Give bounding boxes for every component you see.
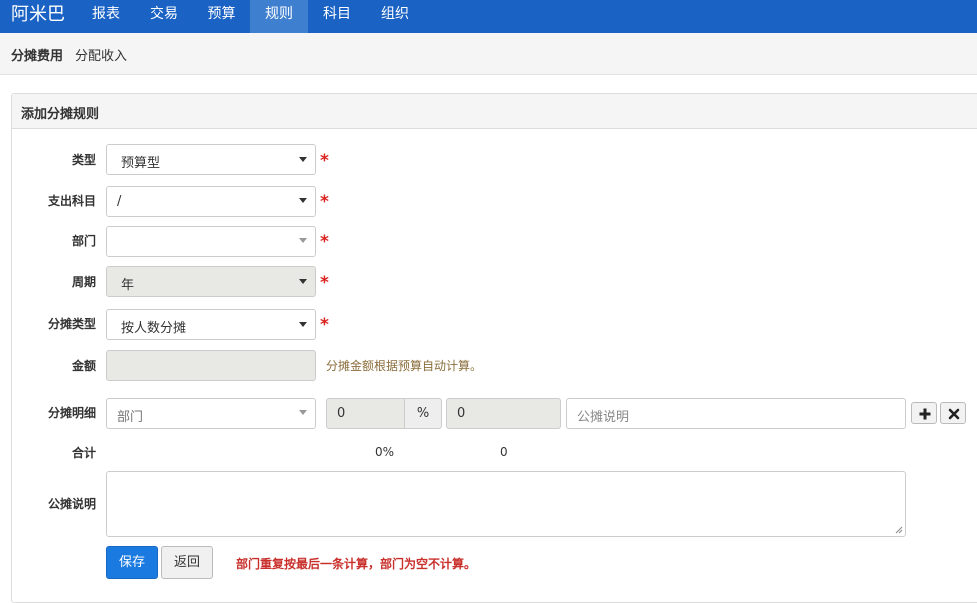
total-amount: 0 — [500, 445, 508, 459]
save-button[interactable]: 保存 — [106, 546, 158, 579]
detail-amount-value: 0 — [457, 406, 466, 421]
back-button[interactable]: 返回 — [161, 546, 213, 579]
allocation-type-select-value: 按人数分摊 — [121, 321, 187, 336]
amount-label: 金额 — [71, 359, 96, 373]
amount-input[interactable] — [106, 350, 316, 381]
subnav-item-allocate-expense[interactable]: 分摊费用 — [11, 45, 63, 64]
nav-item-organization[interactable]: 组织 — [366, 0, 424, 33]
panel-title: 添加分摊规则 — [21, 107, 100, 122]
add-row-button[interactable] — [911, 402, 937, 424]
expense-account-select-value: / — [117, 194, 122, 209]
required-mark: * — [320, 232, 329, 252]
detail-note-placeholder: 公摊说明 — [577, 410, 630, 425]
department-select[interactable] — [106, 226, 316, 257]
resize-handle-icon[interactable] — [895, 526, 903, 534]
period-select-value: 年 — [121, 278, 135, 293]
chevron-down-icon — [299, 410, 307, 415]
nav-item-rules[interactable]: 规则 — [250, 0, 308, 33]
plus-icon — [919, 408, 931, 420]
detail-amount-input[interactable]: 0 — [446, 398, 561, 429]
expense-account-label: 支出科目 — [47, 194, 96, 208]
detail-note-input[interactable]: 公摊说明 — [566, 398, 906, 429]
expense-account-select[interactable]: / — [106, 186, 316, 217]
duplicate-department-warning: 部门重复按最后一条计算，部门为空不计算。 — [236, 557, 477, 571]
remove-row-button[interactable] — [940, 402, 966, 424]
chevron-down-icon — [299, 322, 307, 327]
allocation-detail-label: 分摊明细 — [47, 406, 96, 420]
required-mark: * — [320, 151, 329, 171]
subnav-item-distribute-income[interactable]: 分配收入 — [75, 45, 127, 64]
brand-logo[interactable]: 阿米巴 — [11, 4, 65, 26]
percent-addon: % — [404, 398, 442, 429]
allocation-type-label: 分摊类型 — [47, 317, 96, 331]
chevron-down-icon — [299, 279, 307, 284]
close-icon — [948, 408, 960, 420]
panel-heading: 添加分摊规则 — [12, 94, 977, 129]
nav-item-reports[interactable]: 报表 — [77, 0, 135, 33]
allocation-type-select[interactable]: 按人数分摊 — [106, 309, 316, 340]
nav-item-transactions[interactable]: 交易 — [135, 0, 193, 33]
type-label: 类型 — [71, 153, 96, 167]
chevron-down-icon — [299, 198, 307, 203]
period-label: 周期 — [71, 275, 96, 289]
detail-percent-input[interactable]: 0 — [326, 398, 405, 429]
type-select-value: 预算型 — [121, 156, 161, 171]
top-navbar: 阿米巴 报表 交易 预算 规则 科目 组织 — [0, 0, 977, 33]
total-label: 合计 — [71, 446, 96, 460]
chevron-down-icon — [299, 238, 307, 243]
amount-hint: 分摊金额根据预算自动计算。 — [326, 359, 483, 373]
note-label: 公摊说明 — [47, 497, 96, 511]
detail-department-placeholder: 部门 — [117, 410, 144, 425]
period-select[interactable]: 年 — [106, 266, 316, 297]
required-mark: * — [320, 192, 329, 212]
required-mark: * — [320, 315, 329, 335]
total-percent: 0% — [375, 445, 395, 459]
type-select[interactable]: 预算型 — [106, 144, 316, 175]
detail-department-select[interactable]: 部门 — [106, 398, 316, 429]
note-textarea[interactable] — [106, 471, 906, 537]
detail-percent-value: 0 — [337, 406, 346, 421]
nav-item-budget[interactable]: 预算 — [193, 0, 250, 33]
department-label: 部门 — [71, 234, 96, 248]
chevron-down-icon — [299, 157, 307, 162]
sub-navbar: 分摊费用 分配收入 — [0, 33, 977, 75]
required-mark: * — [320, 273, 329, 293]
nav-item-accounts[interactable]: 科目 — [308, 0, 366, 33]
